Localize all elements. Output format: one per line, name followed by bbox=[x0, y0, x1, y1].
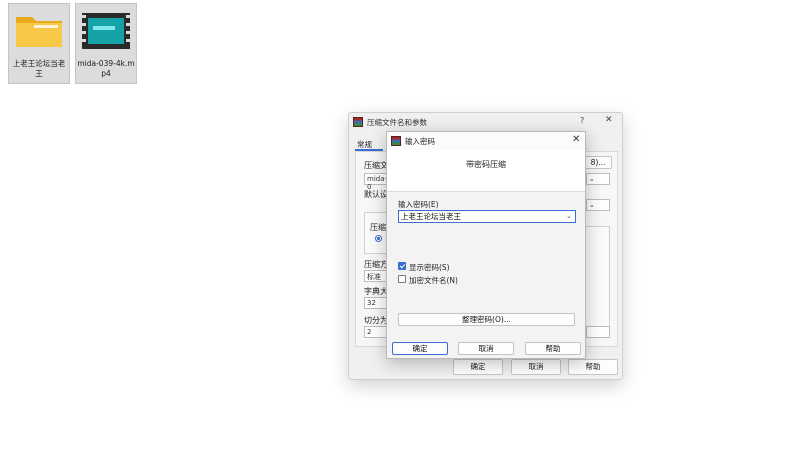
desktop-icon-folder[interactable]: 上老王论坛当老王 bbox=[8, 3, 70, 84]
show-password-checkbox[interactable] bbox=[398, 262, 406, 270]
desktop-icon-label: 上老王论坛当老王 bbox=[12, 59, 66, 78]
default-profile-label: 默认设 bbox=[364, 190, 388, 199]
dictionary-label: 字典大 bbox=[364, 287, 388, 296]
close-icon[interactable]: ✕ bbox=[605, 115, 613, 125]
browse-button[interactable]: 8)... bbox=[584, 156, 612, 169]
dialog-title: 压缩文件名和参数 bbox=[367, 118, 427, 127]
encrypt-filenames-label: 加密文件名(N) bbox=[409, 276, 458, 285]
cancel-button[interactable]: 取消 bbox=[458, 342, 514, 355]
close-icon[interactable]: ✕ bbox=[572, 134, 580, 145]
archive-name-dropdown[interactable]: ⌄ bbox=[586, 173, 610, 185]
desktop-icon-video[interactable]: mida-039-4k.mp4 bbox=[75, 3, 137, 84]
dialog-titlebar: 输入密码 ✕ bbox=[387, 132, 585, 150]
desktop-icon-label: mida-039-4k.mp4 bbox=[77, 59, 135, 78]
password-dialog: 输入密码 ✕ 带密码压缩 输入密码(E) 上老王论坛当老王 ⌄ 显示密码(S) … bbox=[386, 131, 586, 359]
password-label: 输入密码(E) bbox=[398, 200, 439, 209]
chevron-down-icon: ⌄ bbox=[589, 201, 595, 209]
profile-dropdown[interactable]: ⌄ bbox=[586, 199, 610, 211]
encrypt-filenames-checkbox[interactable] bbox=[398, 275, 406, 283]
dialog-titlebar: 压缩文件名和参数 ? ✕ bbox=[349, 113, 622, 131]
archive-name-label: 压缩文 bbox=[364, 161, 388, 170]
show-password-label: 显示密码(S) bbox=[409, 263, 450, 272]
method-label: 压缩方 bbox=[364, 260, 388, 269]
winrar-app-icon bbox=[391, 136, 401, 146]
format-radio[interactable] bbox=[375, 235, 382, 242]
dialog-heading: 带密码压缩 bbox=[466, 160, 506, 169]
cancel-button[interactable]: 取消 bbox=[511, 359, 561, 375]
chevron-down-icon: ⌄ bbox=[589, 175, 595, 183]
dialog-title: 输入密码 bbox=[405, 137, 435, 146]
folder-icon bbox=[12, 9, 66, 53]
winrar-app-icon bbox=[353, 117, 363, 127]
password-value: 上老王论坛当老王 bbox=[401, 212, 461, 221]
password-input[interactable]: 上老王论坛当老王 ⌄ bbox=[398, 210, 576, 223]
tab-general[interactable]: 常规 bbox=[355, 137, 383, 151]
organize-passwords-button[interactable]: 整理密码(O)... bbox=[398, 313, 575, 326]
split-unit-select[interactable] bbox=[586, 326, 610, 338]
split-label: 切分为 bbox=[364, 316, 388, 325]
help-button[interactable]: 帮助 bbox=[568, 359, 618, 375]
chevron-down-icon[interactable]: ⌄ bbox=[566, 211, 572, 222]
ok-button[interactable]: 确定 bbox=[392, 342, 448, 355]
ok-button[interactable]: 确定 bbox=[453, 359, 503, 375]
video-file-icon bbox=[79, 9, 133, 53]
dialog-header: 带密码压缩 bbox=[387, 150, 585, 192]
help-icon[interactable]: ? bbox=[580, 116, 584, 125]
help-button[interactable]: 帮助 bbox=[525, 342, 581, 355]
